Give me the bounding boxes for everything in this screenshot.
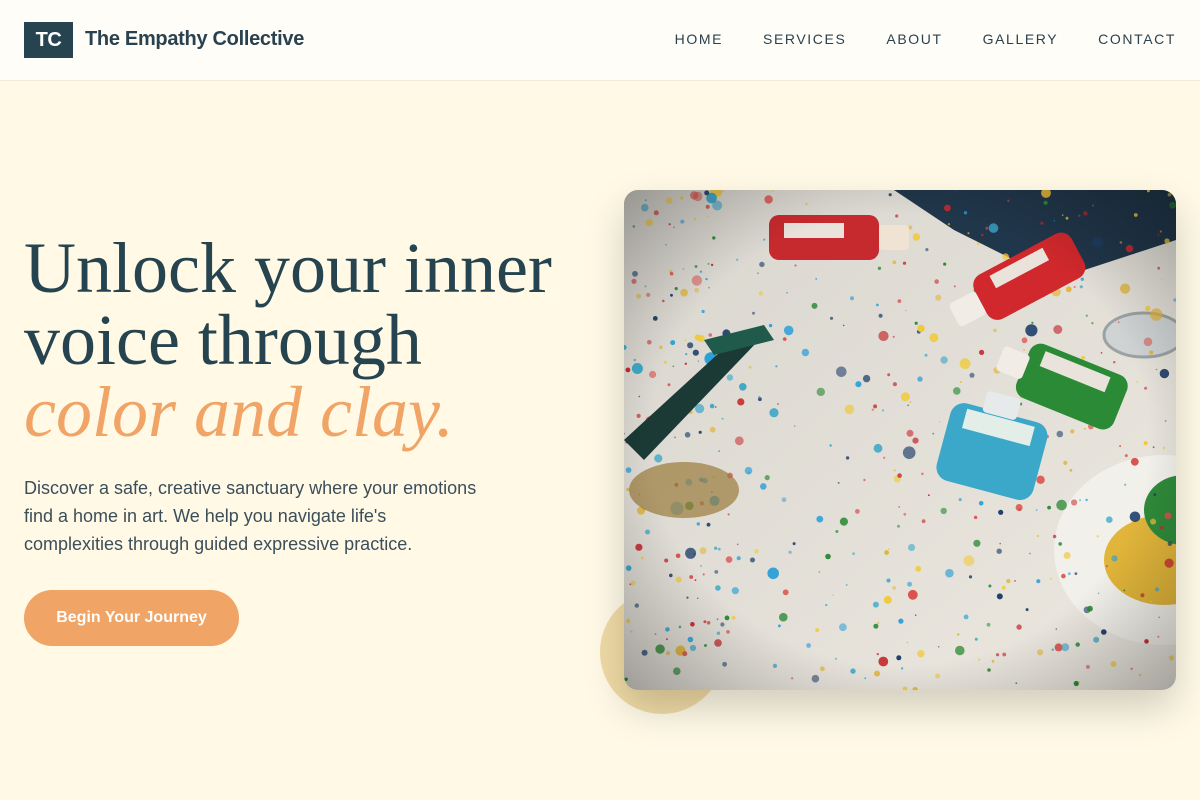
nav-services[interactable]: SERVICES [763,31,846,47]
main-nav: HOME SERVICES ABOUT GALLERY CONTACT [635,31,1176,47]
site-header: TC The Empathy Collective HOME SERVICES … [0,0,1200,81]
nav-about[interactable]: ABOUT [886,31,942,47]
begin-journey-button[interactable]: Begin Your Journey [24,590,239,646]
headline-line-2: voice through [24,300,422,380]
brand-name[interactable]: The Empathy Collective [85,28,304,51]
hero-headline: Unlock your inner voice through color an… [24,232,604,448]
nav-gallery[interactable]: GALLERY [983,31,1059,47]
paint-splatter-illustration [624,190,1176,690]
hero-description: Discover a safe, creative sanctuary wher… [24,478,477,554]
headline-accent: color and clay. [24,372,454,452]
headline-line-1: Unlock your inner [24,228,552,308]
logo-mark[interactable]: TC [24,22,73,58]
hero-image [624,190,1176,690]
nav-home[interactable]: HOME [675,31,723,47]
nav-contact[interactable]: CONTACT [1098,31,1176,47]
